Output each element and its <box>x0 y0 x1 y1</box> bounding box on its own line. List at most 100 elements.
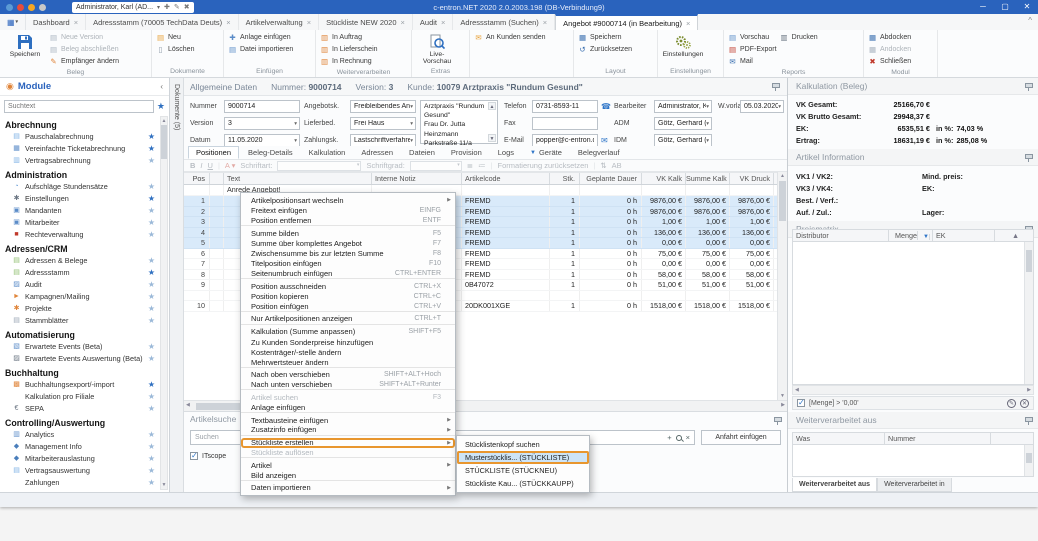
phone-icon[interactable]: ☎ <box>601 100 611 113</box>
sidebar-item[interactable]: ◔ Aufschläge Stundensätze ★ <box>0 180 159 192</box>
favorites-filter-icon[interactable]: ★ <box>157 101 165 112</box>
ribbon-button[interactable]: ▤ Datei importieren <box>228 44 293 55</box>
sidebar-item[interactable]: ▤ Adressstamm ★ <box>0 266 159 278</box>
tab-close-icon[interactable] <box>226 18 230 27</box>
italic-button[interactable]: I <box>200 161 202 170</box>
menu-item[interactable]: Seitenumbruch einfügen CTRL+ENTER ▶ <box>241 269 455 279</box>
app-tab[interactable]: Audit <box>413 14 454 30</box>
sidebar-item[interactable]: ▣ Mandanten ★ <box>0 204 159 216</box>
menu-item[interactable]: Artikel suchen F3 ▶ <box>241 392 455 402</box>
lieferbedingung-select[interactable]: Frei Haus▾ <box>350 117 416 130</box>
ribbon-button[interactable]: ✎ Empfänger ändern <box>49 56 119 67</box>
tab-close-icon[interactable] <box>307 18 311 27</box>
search-icon[interactable] <box>676 435 682 441</box>
sidebar-item[interactable]: ▤ Pauschalabrechnung ★ <box>0 130 159 142</box>
sidebar-item[interactable]: ▧ Erwartete Events (Beta) ★ <box>0 340 159 352</box>
edit-icon[interactable]: ✎ <box>174 3 180 11</box>
menu-item[interactable]: Artikel ▶ <box>241 460 455 470</box>
sidebar-item[interactable]: ▥ Analytics ★ <box>0 428 159 440</box>
favorite-star-icon[interactable]: ★ <box>148 292 155 301</box>
document-tab[interactable]: ▼ Logs <box>491 146 521 159</box>
tab-close-icon[interactable] <box>401 18 405 27</box>
favorite-star-icon[interactable]: ★ <box>148 182 155 191</box>
ribbon-button[interactable]: ▤ Beleg abschließen <box>49 44 119 55</box>
sidebar-item[interactable]: Kalkulation pro Filiale ★ <box>0 390 159 402</box>
app-tab[interactable]: Adressstamm (Suchen) <box>453 14 555 30</box>
menu-item[interactable]: Zwischensumme bis zur letzten Summe F8 ▶ <box>241 248 455 258</box>
weiterverarbeitet-header[interactable]: Was Nummer <box>792 432 1034 445</box>
preismatrix-header[interactable]: Distributor Menge ▼ EK ▲ <box>792 229 1034 242</box>
sidebar-item[interactable]: ✱ Einstellungen ★ <box>0 192 159 204</box>
menu-item[interactable]: Artikelpositionsart wechseln ▶ <box>241 195 455 205</box>
document-tab[interactable]: ▼ Belegverlauf <box>571 146 627 159</box>
favorite-star-icon[interactable]: ★ <box>148 454 155 463</box>
pin-icon[interactable] <box>1024 417 1032 425</box>
sidebar-item[interactable]: ▨ Erwartete Events Auswertung (Beta) ★ <box>0 352 159 364</box>
tab-close-icon[interactable] <box>74 18 78 27</box>
menu-item[interactable]: Kalkulation (Summe anpassen) SHIFT+F5 ▶ <box>241 327 455 337</box>
menu-item[interactable]: Mehrwertsteuer ändern ▶ <box>241 357 455 367</box>
sidebar-item[interactable]: ▤ Stammblätter ★ <box>0 314 159 326</box>
menu-item[interactable]: Bild anzeigen ▶ <box>241 470 455 480</box>
ribbon-button[interactable]: ▦ Speichern <box>578 32 632 43</box>
pin-icon[interactable] <box>771 83 779 91</box>
submenu-item[interactable]: Stückliste Kau... (STÜCKKAUPP) <box>457 477 589 490</box>
document-tab[interactable]: ▼ Provision <box>444 146 489 159</box>
sidebar-item[interactable]: ◆ Management Info ★ <box>0 440 159 452</box>
favorite-star-icon[interactable]: ★ <box>148 144 155 153</box>
favorite-star-icon[interactable]: ★ <box>148 404 155 413</box>
ribbon-button[interactable]: ▥ In Auftrag <box>320 32 378 43</box>
sidebar-item[interactable]: ▨ Audit ★ <box>0 278 159 290</box>
positions-scrollbar[interactable]: ▲ ▼ <box>777 172 787 400</box>
add-icon[interactable]: + <box>667 433 671 442</box>
alert-orange-icon[interactable] <box>28 4 35 11</box>
favorite-star-icon[interactable]: ★ <box>148 256 155 265</box>
favorite-star-icon[interactable]: ★ <box>148 466 155 475</box>
tab-close-icon[interactable] <box>543 18 547 27</box>
document-tab[interactable]: ▼ Beleg-Details <box>241 146 300 159</box>
weiterverarbeitet-tab[interactable]: Weiterverarbeitet in <box>877 478 952 492</box>
favorite-star-icon[interactable]: ★ <box>148 280 155 289</box>
ribbon-button[interactable]: ▦ Andocken <box>868 44 911 55</box>
menu-item[interactable]: Kostenträger/-stelle ändern ▶ <box>241 347 455 357</box>
anfahrt-einfuegen-button[interactable]: Anfahrt einfügen <box>701 430 781 445</box>
menu-item[interactable]: Freitext einfügen EINFG ▶ <box>241 205 455 215</box>
app-tab[interactable]: Angebot #9000714 (in Bearbeitung) <box>555 14 698 30</box>
sidebar-item[interactable]: ■ Rechteverwaltung ★ <box>0 228 159 240</box>
ribbon-button[interactable]: ▥ Drucken <box>780 32 818 43</box>
favorite-star-icon[interactable]: ★ <box>148 316 155 325</box>
preismatrix-filter-row[interactable]: [Menge] > '0,00' ✎ ✕ <box>792 396 1034 410</box>
ribbon-button[interactable]: ✉ An Kunden senden <box>474 32 546 43</box>
sidebar-collapse-icon[interactable]: ‹ <box>160 82 163 91</box>
menu-item[interactable]: Position einfügen CTRL+V ▶ <box>241 302 455 312</box>
document-tab[interactable]: ▼ Dateien <box>402 146 442 159</box>
menu-item[interactable]: Textbausteine einfügen ▶ <box>241 415 455 425</box>
favorite-star-icon[interactable]: ★ <box>148 132 155 141</box>
favorite-star-icon[interactable]: ★ <box>148 442 155 451</box>
favorite-star-icon[interactable]: ★ <box>148 304 155 313</box>
customer-address-box[interactable]: Arztpraxis "Rundum Gesund"Frau Dr. Jutta… <box>420 100 498 144</box>
sidebar-scrollbar[interactable]: ▲ ▼ <box>160 116 168 490</box>
document-tab[interactable]: ▼ Kalkulation <box>302 146 353 159</box>
angebotskennung-select[interactable]: Freibleibendes Angebot▾ <box>350 100 416 113</box>
sidebar-item[interactable]: ▦ Vereinfachte Ticketabrechnung ★ <box>0 142 159 154</box>
menu-item[interactable]: Nur Artikelpositionen anzeigen CTRL+T ▶ <box>241 314 455 324</box>
sidebar-item[interactable]: Zahlungen ★ <box>0 476 159 488</box>
telefon-input[interactable] <box>532 100 598 113</box>
favorite-star-icon[interactable]: ★ <box>148 230 155 239</box>
pin-icon[interactable] <box>1024 83 1032 91</box>
ribbon-button[interactable]: ▦ Abdocken <box>868 32 911 43</box>
menu-item[interactable]: Daten importieren ▶ <box>241 483 455 493</box>
sidebar-item[interactable]: ▤ Vertragsauswertung ★ <box>0 464 159 476</box>
itscope-checkbox[interactable] <box>190 452 198 460</box>
ribbon-button[interactable]: ✉ Mail <box>728 56 777 67</box>
alert-red-icon[interactable] <box>17 4 24 11</box>
menu-item[interactable]: Position entfernen ENTF ▶ <box>241 216 455 226</box>
nummer-input[interactable] <box>224 100 300 113</box>
sidebar-item[interactable]: ▤ Adressen & Belege ★ <box>0 254 159 266</box>
sidebar-item[interactable]: ◆ Mitarbeiterauslastung ★ <box>0 452 159 464</box>
preismatrix-h-scrollbar[interactable]: ◀▶ <box>792 385 1034 395</box>
favorite-star-icon[interactable]: ★ <box>148 354 155 363</box>
clear-filter-icon[interactable]: ✕ <box>1020 399 1029 408</box>
sidebar-item[interactable]: ▣ Mitarbeiter ★ <box>0 216 159 228</box>
